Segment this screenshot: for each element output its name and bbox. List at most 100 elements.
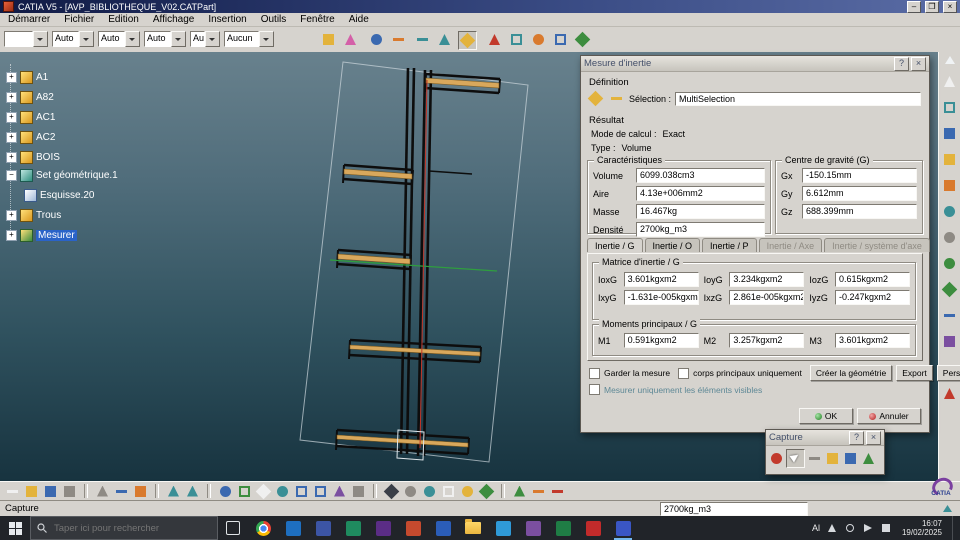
search-input[interactable]	[52, 521, 206, 535]
capture-close-button[interactable]: ×	[866, 430, 881, 445]
onedrive-icon[interactable]	[844, 522, 856, 534]
menu-fenetre[interactable]: Fenêtre	[300, 14, 334, 25]
magnifier-icon[interactable]	[552, 31, 569, 48]
dialog-close-button[interactable]: ×	[911, 56, 926, 71]
close-button[interactable]: ×	[943, 0, 957, 13]
tree-item-ac2[interactable]: AC2	[36, 132, 55, 143]
teams-button[interactable]	[308, 516, 338, 540]
line-type-combo[interactable]: Auto	[52, 31, 94, 47]
ioyg-field[interactable]: 3.234kgxm2	[729, 272, 805, 287]
expand-toggle[interactable]: +	[6, 209, 17, 221]
measure-item-icon[interactable]	[436, 31, 453, 48]
image-capture-icon[interactable]	[842, 450, 859, 467]
m1-field[interactable]: 0.591kgxm2	[623, 333, 699, 348]
compass-icon[interactable]	[530, 31, 547, 48]
measure-between-icon[interactable]	[414, 31, 431, 48]
capture-options-icon[interactable]	[806, 450, 823, 467]
edit-status-icon[interactable]	[940, 502, 955, 515]
measure-inertia-icon[interactable]	[458, 31, 477, 50]
tree-item-set-geometrique[interactable]: Set géométrique.1	[36, 170, 118, 181]
start-button[interactable]	[0, 516, 30, 540]
collapse-toggle[interactable]: −	[6, 169, 17, 181]
knowledge-icon[interactable]	[368, 31, 385, 48]
graph-capture-icon[interactable]	[860, 450, 877, 467]
point-symbol-combo[interactable]: Auto	[144, 31, 186, 47]
m2-field[interactable]: 3.257kgxm2	[729, 333, 805, 348]
create-geometry-button[interactable]: Créer la géométrie	[809, 365, 893, 381]
record-icon[interactable]	[768, 450, 785, 467]
onenote-button[interactable]	[368, 516, 398, 540]
iyzg-field[interactable]: -0.247kgxm2	[835, 290, 911, 305]
iso-view-icon[interactable]	[383, 483, 400, 500]
catalog-icon[interactable]	[390, 31, 407, 48]
gx-field[interactable]: -150.15mm	[802, 168, 917, 183]
mass-field[interactable]: 16.467kg	[636, 204, 765, 219]
cut-icon[interactable]	[94, 483, 111, 500]
redo-icon[interactable]	[184, 483, 201, 500]
shading-icon[interactable]	[402, 483, 419, 500]
style-combo[interactable]	[4, 31, 48, 47]
taskbar-clock[interactable]: 16:07 19/02/2025	[902, 519, 942, 537]
knowledge-status-icon[interactable]	[922, 502, 937, 515]
menu-affichage[interactable]: Affichage	[153, 14, 195, 25]
sketcher-icon[interactable]	[941, 99, 958, 116]
chevron-down-icon[interactable]	[171, 31, 186, 47]
gz-field[interactable]: 688.399mm	[802, 204, 917, 219]
keep-measure-checkbox[interactable]	[589, 367, 600, 379]
maximize-button[interactable]: ❐	[925, 0, 939, 13]
menu-aide[interactable]: Aide	[349, 14, 369, 25]
tab-inertie-p[interactable]: Inertie / P	[702, 238, 757, 252]
expand-toggle[interactable]: +	[6, 151, 17, 163]
hole-icon[interactable]	[941, 229, 958, 246]
chevron-down-icon[interactable]	[205, 31, 220, 47]
rotate-icon[interactable]	[274, 483, 291, 500]
open-icon[interactable]	[23, 483, 40, 500]
file-explorer-button[interactable]	[458, 516, 488, 540]
menu-edition[interactable]: Edition	[108, 14, 139, 25]
views-icon[interactable]	[941, 125, 958, 142]
tree-item-bois[interactable]: BOIS	[36, 152, 60, 163]
show-desktop-button[interactable]	[952, 516, 958, 540]
customize-button[interactable]: Personnaliser...	[936, 365, 960, 381]
plane-icon[interactable]	[941, 307, 958, 324]
graph-tree-icon[interactable]	[530, 483, 547, 500]
layer-combo[interactable]: Aucun	[224, 31, 274, 47]
sharepoint-button[interactable]	[338, 516, 368, 540]
chevron-down-icon[interactable]	[125, 31, 140, 47]
line-weight-combo[interactable]: Auto	[98, 31, 140, 47]
expand-toggle[interactable]: +	[6, 111, 17, 123]
new-icon[interactable]	[4, 483, 21, 500]
m3-field[interactable]: 3.601kgxm2	[835, 333, 911, 348]
expand-toggle[interactable]: +	[6, 91, 17, 103]
volume-icon[interactable]	[862, 522, 874, 534]
toolbar-overflow-icon[interactable]	[944, 56, 955, 64]
expand-toggle[interactable]: +	[6, 131, 17, 143]
menu-insertion[interactable]: Insertion	[208, 14, 246, 25]
zoom-in-icon[interactable]	[293, 483, 310, 500]
measure-tool-icon[interactable]	[511, 483, 528, 500]
acrobat-button[interactable]	[578, 516, 608, 540]
chevron-down-icon[interactable]	[79, 31, 94, 47]
power-input-field[interactable]: 2700kg_m3	[660, 502, 808, 516]
menu-fichier[interactable]: Fichier	[64, 14, 94, 25]
menu-demarrer[interactable]: Démarrer	[8, 14, 50, 25]
apply-material-icon[interactable]	[574, 31, 591, 48]
save-icon[interactable]	[42, 483, 59, 500]
outlook-button[interactable]	[278, 516, 308, 540]
wireframe-icon[interactable]	[440, 483, 457, 500]
density-field[interactable]: 2700kg_m3	[636, 222, 765, 237]
catia-app-icon[interactable]	[3, 1, 14, 12]
hide-show-icon[interactable]	[459, 483, 476, 500]
zoom-out-icon[interactable]	[312, 483, 329, 500]
network-icon[interactable]	[880, 522, 892, 534]
gy-field[interactable]: 6.612mm	[802, 186, 917, 201]
render-style-combo[interactable]: Auto	[190, 31, 220, 47]
minimize-button[interactable]: –	[907, 0, 921, 13]
selection-input[interactable]	[675, 91, 921, 106]
ioxg-field[interactable]: 3.601kgxm2	[623, 272, 699, 287]
inertia-mode-icon[interactable]	[587, 90, 604, 107]
print-icon[interactable]	[61, 483, 78, 500]
tree-item-trous[interactable]: Trous	[36, 210, 61, 221]
undo-icon[interactable]	[165, 483, 182, 500]
chevron-down-icon[interactable]	[33, 31, 48, 47]
